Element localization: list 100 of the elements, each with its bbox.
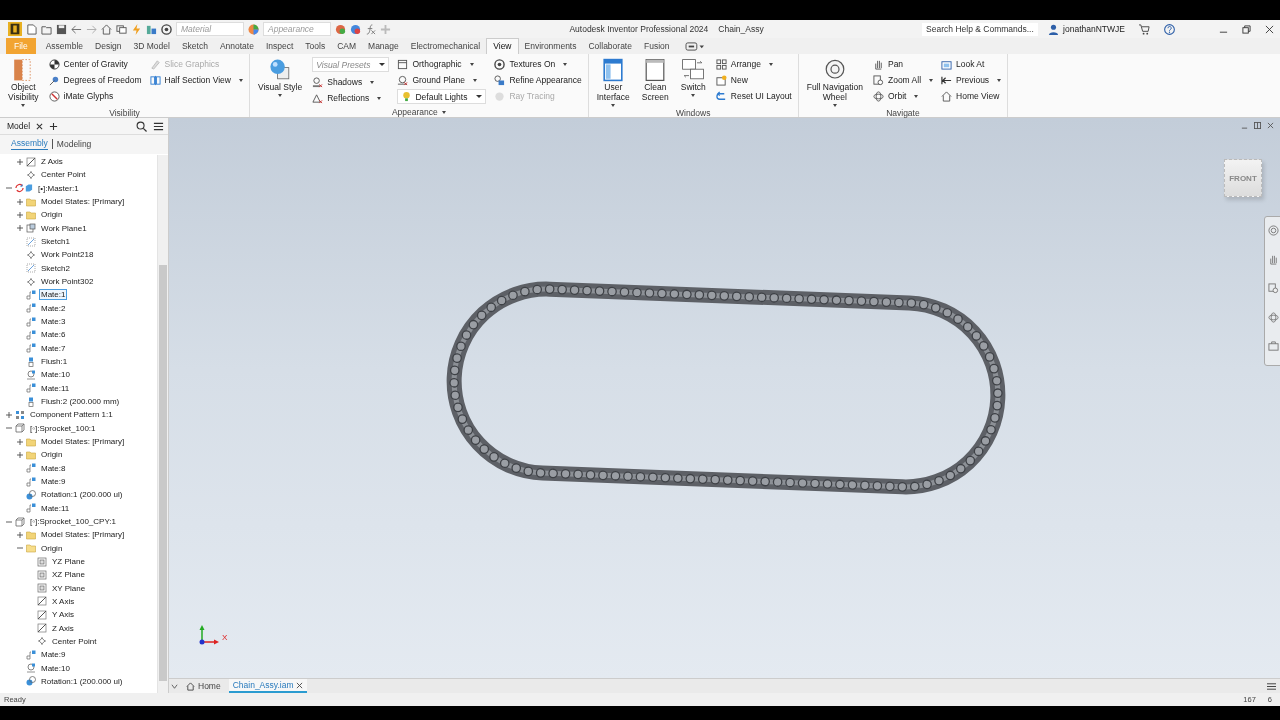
ribbon-tab[interactable]: Annotate: [213, 38, 260, 54]
browser-subtab[interactable]: Assembly: [11, 138, 48, 150]
tree-item[interactable]: Mate:9: [39, 476, 68, 488]
tree-item[interactable]: Origin: [39, 449, 65, 461]
tree-item[interactable]: Mate:7: [39, 342, 68, 354]
tree-item[interactable]: Model States: [Primary]: [39, 529, 127, 541]
ribbon-button[interactable]: iMate Glyphs: [48, 88, 142, 104]
ribbon-button[interactable]: Object Visibility: [6, 56, 41, 107]
search-field[interactable]: Search Help & Commands...: [922, 22, 1039, 36]
wheel-icon[interactable]: [1268, 225, 1279, 236]
folder-icon[interactable]: [41, 23, 52, 35]
ribbon-button[interactable]: Pan: [872, 56, 934, 72]
ribbon-tab[interactable]: View: [486, 38, 519, 54]
ribbon-button[interactable]: Half Section View: [149, 72, 243, 88]
close-icon[interactable]: [36, 122, 44, 130]
ribbon-tab[interactable]: Tools: [299, 38, 332, 54]
ribbon-tab[interactable]: Inspect: [259, 38, 300, 54]
document-tab[interactable]: Chain_Assy.iam: [228, 679, 308, 693]
expand-icon[interactable]: [6, 411, 12, 418]
browser-tab[interactable]: Model: [7, 121, 31, 131]
tree-item[interactable]: Mate:2: [39, 302, 68, 314]
home-icon[interactable]: [101, 23, 112, 35]
ribbon-tab[interactable]: Design: [89, 38, 128, 54]
ribbon-dropdown[interactable]: Default Lights: [397, 89, 487, 104]
ribbon-button[interactable]: Visual Style: [255, 56, 305, 97]
ribbon-button[interactable]: Refine Appearance: [494, 72, 582, 88]
paint-icon[interactable]: [335, 23, 346, 35]
tree-item[interactable]: Mate:6: [39, 329, 68, 341]
color-wheel-icon[interactable]: [248, 23, 259, 35]
panel-title[interactable]: Windows: [594, 107, 792, 119]
tree-item[interactable]: Work Point302: [39, 276, 96, 288]
scrollbar[interactable]: [157, 155, 168, 693]
caret-icon[interactable]: [929, 78, 934, 82]
restore-icon[interactable]: [1242, 24, 1251, 34]
ribbon-button[interactable]: Switch: [678, 56, 708, 97]
ribbon-tab[interactable]: Sketch: [175, 38, 214, 54]
tree-item[interactable]: Mate:10: [39, 662, 72, 674]
caret-icon[interactable]: [611, 104, 616, 107]
ribbon-button[interactable]: Arrange: [715, 56, 792, 72]
search-icon[interactable]: [136, 120, 147, 132]
ribbon-dropdown[interactable]: Visual Presets: [312, 57, 390, 72]
ribbon-button[interactable]: Zoom All: [872, 72, 934, 88]
undo-icon[interactable]: [71, 23, 82, 35]
ribbon-button[interactable]: Reflections: [312, 90, 390, 106]
ribbon-button[interactable]: Center of Gravity: [48, 56, 142, 72]
function-icon[interactable]: [365, 23, 376, 35]
expand-icon[interactable]: [17, 211, 23, 218]
tree-item[interactable]: Flush:2 (200.000 mm): [39, 396, 122, 408]
orbit-icon[interactable]: [1268, 312, 1279, 323]
ribbon-button[interactable]: Home View: [941, 88, 1002, 104]
caret-icon[interactable]: [377, 96, 382, 100]
caret-icon[interactable]: [278, 94, 283, 97]
collapse-icon[interactable]: [17, 545, 23, 552]
tree-item[interactable]: Flush:1: [39, 356, 70, 368]
collapse-icon[interactable]: [6, 185, 12, 192]
tree-item[interactable]: Rotation:1 (200.000 ul): [39, 489, 125, 501]
caret-icon[interactable]: [832, 104, 837, 107]
tree-item[interactable]: Rotation:1 (200.000 ul): [39, 675, 125, 687]
ribbon-button[interactable]: Degrees of Freedom: [48, 72, 142, 88]
caret-icon[interactable]: [472, 78, 477, 82]
tree-item[interactable]: Mate:11: [39, 382, 72, 394]
caret-icon[interactable]: [469, 62, 474, 66]
expand-icon[interactable]: [17, 198, 23, 205]
caret-icon[interactable]: [370, 80, 375, 84]
caret-icon[interactable]: [769, 62, 774, 66]
tree-item[interactable]: Component Pattern 1:1: [28, 409, 115, 421]
tree-item[interactable]: Origin: [39, 542, 65, 554]
caret-icon[interactable]: [691, 94, 696, 97]
expand-icon[interactable]: [17, 158, 23, 165]
tree-item[interactable]: [◦]:Sprocket_100:1: [28, 422, 98, 434]
tree-item[interactable]: Mate:11: [39, 502, 72, 514]
look-at-icon[interactable]: [1268, 341, 1279, 352]
tree-item[interactable]: Work Plane1: [39, 222, 89, 234]
tree-item[interactable]: Origin: [39, 209, 65, 221]
cart-icon[interactable]: [1139, 23, 1150, 35]
tree-item[interactable]: Mate:1: [39, 289, 68, 301]
paint-icon[interactable]: [350, 23, 361, 35]
ribbon-button[interactable]: Textures On: [494, 56, 582, 72]
ribbon-button[interactable]: Clean Screen: [639, 56, 671, 102]
menu-icon[interactable]: [153, 120, 164, 132]
tree-item[interactable]: Center Point: [39, 169, 88, 181]
restore-icon[interactable]: [1254, 122, 1261, 129]
tree-item[interactable]: XZ Plane: [50, 569, 87, 581]
tree-item[interactable]: X Axis: [50, 596, 77, 607]
tree-item[interactable]: Model States: [Primary]: [39, 196, 127, 208]
save-icon[interactable]: [56, 23, 67, 35]
caret-icon[interactable]: [238, 78, 243, 82]
close-icon[interactable]: [1265, 24, 1274, 34]
caret-icon[interactable]: [171, 682, 178, 690]
ribbon-tab[interactable]: 3D Model: [127, 38, 176, 54]
tree-item[interactable]: Z Axis: [50, 622, 76, 634]
user-name[interactable]: jonathanNTWJE: [1063, 24, 1125, 34]
ribbon-button[interactable]: Look At: [941, 56, 1002, 72]
caret-icon[interactable]: [997, 78, 1002, 82]
texture-icon[interactable]: [161, 23, 172, 35]
help-icon[interactable]: [1164, 23, 1175, 35]
expand-icon[interactable]: [17, 438, 23, 445]
tree-item[interactable]: [•]:Master:1: [36, 182, 81, 194]
caret-icon[interactable]: [563, 62, 568, 66]
expand-icon[interactable]: [17, 531, 23, 538]
